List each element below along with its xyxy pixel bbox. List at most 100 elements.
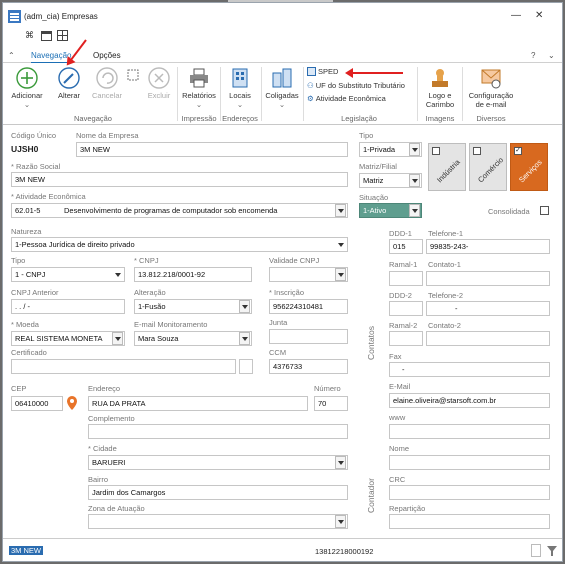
- ddd1-input[interactable]: 015: [389, 239, 423, 254]
- email-monitoramento-dropdown[interactable]: [239, 332, 250, 345]
- tile-industria[interactable]: Indústria: [428, 143, 466, 191]
- comercio-label: Comércio: [476, 155, 506, 185]
- contato1-input[interactable]: [426, 271, 550, 286]
- ramal1-input[interactable]: [389, 271, 423, 286]
- moeda-dropdown[interactable]: [112, 332, 123, 345]
- email-monitoramento-label: E-mail Monitoramento: [134, 320, 208, 329]
- tipo-doc-select[interactable]: 1 - CNPJ: [11, 267, 125, 282]
- fax-input[interactable]: -: [389, 362, 550, 377]
- minimize-button[interactable]: —: [511, 10, 521, 21]
- adicionar-button[interactable]: Adicionar ⌄: [7, 67, 47, 109]
- zona-select[interactable]: [88, 514, 348, 529]
- endereco-input[interactable]: RUA DA PRATA: [88, 396, 308, 411]
- ddd2-input[interactable]: [389, 301, 423, 316]
- contato2-input[interactable]: [426, 331, 550, 346]
- industria-checkbox[interactable]: [432, 147, 440, 155]
- complemento-input[interactable]: [88, 424, 348, 439]
- telefone2-input[interactable]: -: [426, 301, 550, 316]
- group-diversos: Diversos: [476, 114, 506, 123]
- collapse-ribbon-icon[interactable]: ⌃: [8, 51, 15, 60]
- atividade-button[interactable]: ⚙ Atividade Econômica: [307, 94, 386, 103]
- status-dropdown[interactable]: [531, 544, 541, 557]
- alterar-label: Alterar: [57, 91, 81, 100]
- zona-dropdown[interactable]: [335, 515, 346, 528]
- natureza-select[interactable]: 1-Pessoa Jurídica de direito privado: [11, 237, 348, 252]
- validade-cnpj-dropdown[interactable]: [335, 268, 346, 281]
- cidade-dropdown[interactable]: [335, 456, 346, 469]
- delete-icon: [148, 67, 170, 89]
- telefone1-input[interactable]: 99835-243-: [426, 239, 550, 254]
- uf-substituto-button[interactable]: ⚇ UF do Substituto Tributário: [307, 81, 405, 90]
- crc-input[interactable]: [389, 485, 550, 500]
- coligadas-label: Coligadas: [265, 91, 299, 100]
- relatorios-button[interactable]: Relatórios ⌄: [179, 67, 219, 109]
- servicos-checkbox[interactable]: ✓: [514, 147, 522, 155]
- cnpj-input[interactable]: 13.812.218/0001-92: [134, 267, 252, 282]
- junta-input[interactable]: [269, 329, 348, 344]
- cancelar-button[interactable]: Cancelar: [87, 67, 127, 100]
- ccm-input[interactable]: 4376733: [269, 359, 348, 374]
- edit-icon: [58, 67, 80, 89]
- www-input[interactable]: [389, 424, 550, 439]
- grid-icon[interactable]: [57, 30, 68, 41]
- atividade-label: * Atividade Econômica: [11, 192, 86, 201]
- sped-button[interactable]: SPED: [307, 67, 338, 76]
- ramal2-label: Ramal-2: [389, 321, 418, 330]
- matriz-dropdown[interactable]: [409, 174, 420, 187]
- moeda-select[interactable]: REAL SISTEMA MONETA: [11, 331, 125, 346]
- alteracao-select[interactable]: 1-Fusão: [134, 299, 252, 314]
- status-name[interactable]: 3M NEW: [9, 546, 43, 555]
- help-icon[interactable]: ?: [531, 51, 535, 60]
- config-email-button[interactable]: Configuração de e-mail: [463, 67, 519, 109]
- logo-carimbo-button[interactable]: Logo e Carimbo: [418, 67, 462, 109]
- locais-button[interactable]: Locais ⌄: [221, 67, 259, 109]
- filter-icon[interactable]: [546, 545, 558, 557]
- atividade-codigo: 62.01-5: [15, 206, 41, 215]
- nome-empresa-input[interactable]: 3M NEW: [76, 142, 348, 157]
- tab-opcoes[interactable]: Opções: [93, 51, 121, 60]
- undo-icon: [96, 67, 118, 89]
- atividade-dropdown[interactable]: [335, 204, 346, 217]
- consolidada-label: Consolidada: [488, 207, 530, 216]
- inscricao-input[interactable]: 956224310481: [269, 299, 348, 314]
- ramal2-input[interactable]: [389, 331, 423, 346]
- title-bar: (adm_cia) Empresas — ✕: [3, 3, 562, 29]
- contador-nome-input[interactable]: [389, 455, 550, 470]
- group-impressao: Impressão: [181, 114, 217, 123]
- consolidada-checkbox[interactable]: [540, 206, 549, 215]
- endereco-label: Endereço: [88, 384, 121, 393]
- cnpj-anterior-input[interactable]: . . / -: [11, 299, 125, 314]
- razao-social-input[interactable]: 3M NEW: [11, 172, 348, 187]
- alteracao-dropdown[interactable]: [239, 300, 250, 313]
- coligadas-button[interactable]: Coligadas ⌄: [261, 67, 303, 109]
- printer-icon: [190, 68, 208, 88]
- ribbon-expand-icon[interactable]: ⌄: [548, 51, 555, 60]
- email-input[interactable]: elaine.oliveira@starsoft.com.br: [389, 393, 550, 408]
- excluir-button[interactable]: Excluir: [139, 67, 179, 100]
- bairro-input[interactable]: Jardim dos Camargos: [88, 485, 348, 500]
- reparticao-input[interactable]: [389, 514, 550, 529]
- www-label: www: [389, 413, 406, 422]
- tile-servicos[interactable]: ✓ Serviços: [510, 143, 548, 191]
- tipo-doc-label: Tipo: [11, 256, 26, 265]
- email-monitoramento-select[interactable]: Mara Souza: [134, 331, 252, 346]
- tile-comercio[interactable]: Comércio: [469, 143, 507, 191]
- atividade-select[interactable]: 62.01-5 Desenvolvimento de programas de …: [11, 203, 348, 218]
- close-button[interactable]: ✕: [535, 10, 543, 21]
- comercio-checkbox[interactable]: [473, 147, 481, 155]
- ribbon: Adicionar ⌄ Alterar Cancelar Excluir Nave…: [3, 63, 562, 125]
- alterar-button[interactable]: Alterar: [49, 67, 89, 100]
- calendar-icon[interactable]: [41, 30, 52, 41]
- situacao-label: Situação: [359, 193, 389, 202]
- cep-input[interactable]: 06410000: [11, 396, 63, 411]
- selection-icon[interactable]: [127, 69, 139, 81]
- numero-input[interactable]: 70: [314, 396, 348, 411]
- certificado-browse-button[interactable]: [239, 359, 253, 374]
- situacao-dropdown[interactable]: [409, 204, 420, 217]
- tipo-dropdown[interactable]: [409, 143, 420, 156]
- cidade-select[interactable]: BARUERI: [88, 455, 348, 470]
- map-pin-icon[interactable]: [67, 396, 77, 410]
- expand-icon[interactable]: ⌘: [25, 30, 34, 42]
- uf-substituto-label: UF do Substituto Tributário: [315, 81, 405, 90]
- certificado-input[interactable]: [11, 359, 236, 374]
